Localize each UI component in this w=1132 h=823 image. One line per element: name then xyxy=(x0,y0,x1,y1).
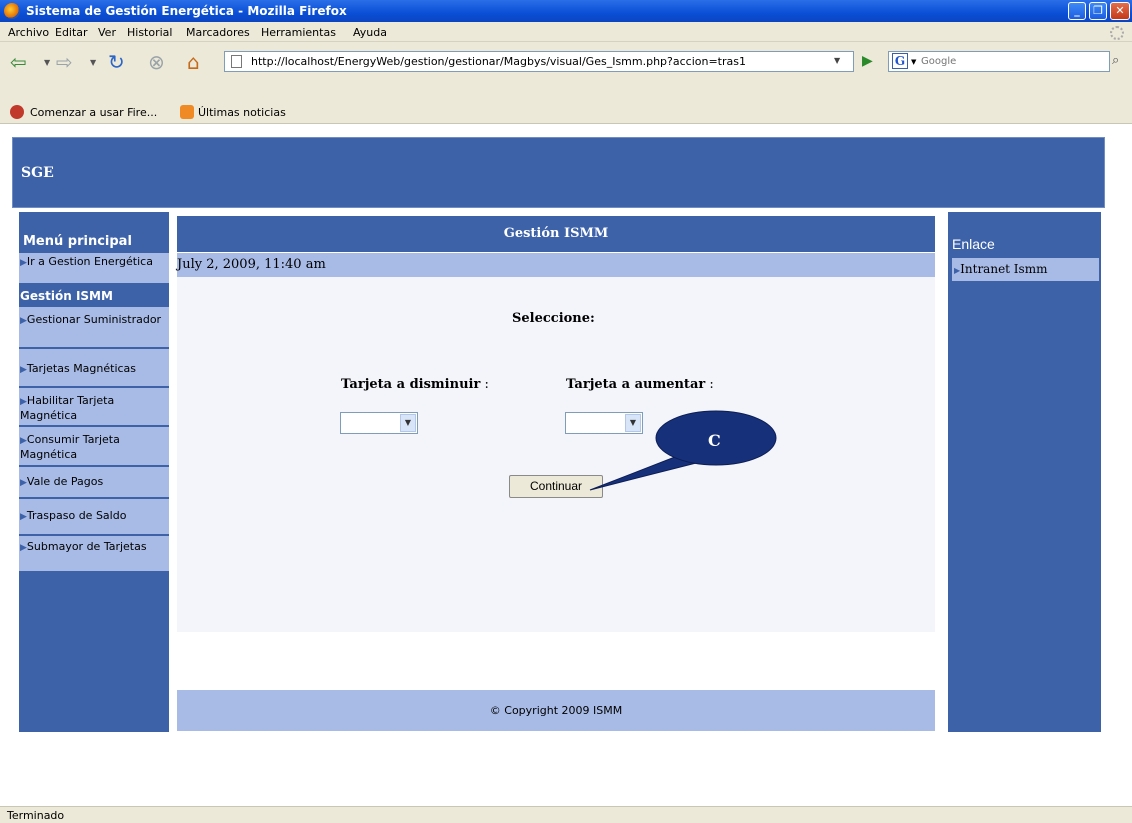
left-menu-heading: Menú principal xyxy=(23,234,132,249)
page-icon xyxy=(231,55,242,68)
menu-editar[interactable]: Editar xyxy=(55,26,88,39)
triangle-right-icon: ▶ xyxy=(20,436,27,446)
decrease-card-label-text: Tarjeta a disminuir xyxy=(341,377,481,392)
engine-dropdown-icon[interactable]: ▼ xyxy=(911,58,916,66)
search-box[interactable]: G ▼ xyxy=(888,51,1110,72)
status-text: Terminado xyxy=(7,809,65,822)
sidebar-item-label: Gestionar Suministrador xyxy=(26,313,162,326)
search-icon[interactable]: ⌕ xyxy=(1112,53,1119,68)
bookmark-ultimas-noticias[interactable]: Últimas noticias xyxy=(198,106,286,119)
site-header: SGE xyxy=(12,137,1105,208)
triangle-right-icon: ▶ xyxy=(20,512,27,522)
menu-historial[interactable]: Historial xyxy=(127,26,172,39)
status-bar: Terminado xyxy=(0,806,1132,823)
increase-card-select[interactable]: ▼ xyxy=(565,412,643,434)
sidebar-item-label: Submayor de Tarjetas xyxy=(26,540,147,553)
current-date: July 2, 2009, 11:40 am xyxy=(177,257,326,272)
close-button[interactable]: ✕ xyxy=(1110,2,1130,20)
bookmark-comenzar[interactable]: Comenzar a usar Fire... xyxy=(30,106,157,119)
sidebar-item-label: Traspaso de Saldo xyxy=(26,509,127,522)
triangle-right-icon: ▶ xyxy=(20,397,27,407)
page-viewport: SGE Menú principal ▶Ir a Gestion Energét… xyxy=(0,125,1132,806)
left-menu-group: Gestión ISMM xyxy=(20,289,113,303)
search-input[interactable] xyxy=(921,54,1101,69)
rss-feed-icon xyxy=(180,105,194,119)
sidebar-item-vale-pagos[interactable]: ▶Vale de Pagos xyxy=(19,467,169,498)
navigation-toolbar: ⇦ ▼ ⇨ ▼ ↻ ⊗ ⌂ http://localhost/EnergyWeb… xyxy=(0,42,1132,100)
decrease-card-select[interactable]: ▼ xyxy=(340,412,418,434)
menu-ver[interactable]: Ver xyxy=(98,26,116,39)
sidebar-item-traspaso-saldo[interactable]: ▶Traspaso de Saldo xyxy=(19,499,169,535)
bookmarks-toolbar: Comenzar a usar Fire... Últimas noticias xyxy=(0,100,1132,124)
sidebar-item-ir-gestion[interactable]: ▶Ir a Gestion Energética xyxy=(19,253,169,284)
annotation-label: C xyxy=(708,431,721,450)
label-colon: : xyxy=(705,377,714,392)
menu-ayuda[interactable]: Ayuda xyxy=(353,26,387,39)
link-intranet-ismm[interactable]: ▶Intranet Ismm xyxy=(952,258,1099,281)
left-sidebar: Menú principal ▶Ir a Gestion Energética … xyxy=(19,212,169,732)
back-arrow-icon[interactable]: ⇦ xyxy=(10,50,27,74)
url-bar[interactable]: http://localhost/EnergyWeb/gestion/gesti… xyxy=(224,51,854,72)
menu-marcadores[interactable]: Marcadores xyxy=(186,26,250,39)
decrease-card-label: Tarjeta a disminuir : xyxy=(341,377,489,392)
increase-card-label-text: Tarjeta a aumentar xyxy=(566,377,706,392)
increase-card-label: Tarjeta a aumentar : xyxy=(566,377,714,392)
copyright-text: © Copyright 2009 ISMM xyxy=(489,704,623,717)
firefox-icon xyxy=(4,3,20,19)
triangle-right-icon: ▶ xyxy=(20,258,27,268)
chevron-down-icon[interactable]: ▼ xyxy=(400,414,416,432)
label-colon: : xyxy=(480,377,489,392)
stop-icon[interactable]: ⊗ xyxy=(148,50,165,74)
right-sidebar: Enlace ▶Intranet Ismm xyxy=(948,212,1101,732)
content-area: Seleccione: Tarjeta a disminuir : Tarjet… xyxy=(177,277,935,632)
triangle-right-icon: ▶ xyxy=(20,316,27,326)
select-prompt: Seleccione: xyxy=(512,311,595,326)
page-footer: © Copyright 2009 ISMM xyxy=(177,690,935,731)
throbber-icon xyxy=(1110,26,1124,40)
menu-bar: Archivo Editar Ver Historial Marcadores … xyxy=(0,22,1132,42)
menu-archivo[interactable]: Archivo xyxy=(8,26,49,39)
sidebar-item-label: Tarjetas Magnéticas xyxy=(26,362,137,375)
window-titlebar: Sistema de Gestión Energética - Mozilla … xyxy=(0,0,1132,22)
sidebar-item-label: Consumir Tarjeta Magnética xyxy=(20,433,120,461)
continue-button[interactable]: Continuar xyxy=(509,475,603,498)
minimize-button[interactable]: _ xyxy=(1068,2,1086,20)
site-logo: SGE xyxy=(21,165,54,181)
page-title: Gestión ISMM xyxy=(177,216,935,252)
sidebar-item-label: Ir a Gestion Energética xyxy=(26,255,153,268)
sidebar-item-gestionar-suministrador[interactable]: ▶Gestionar Suministrador xyxy=(19,307,169,348)
reload-icon[interactable]: ↻ xyxy=(108,50,125,74)
google-engine-icon[interactable]: G xyxy=(892,53,908,69)
menu-herramientas[interactable]: Herramientas xyxy=(261,26,336,39)
triangle-right-icon: ▶ xyxy=(20,543,27,553)
sidebar-item-submayor-tarjetas[interactable]: ▶Submayor de Tarjetas xyxy=(19,536,169,572)
sidebar-item-tarjetas-magneticas[interactable]: ▶Tarjetas Magnéticas xyxy=(19,349,169,387)
right-menu-heading: Enlace xyxy=(952,236,995,252)
forward-dropdown-icon[interactable]: ▼ xyxy=(90,58,96,67)
url-text: http://localhost/EnergyWeb/gestion/gesti… xyxy=(251,55,746,68)
triangle-right-icon: ▶ xyxy=(20,365,27,375)
chevron-down-icon[interactable]: ▼ xyxy=(625,414,641,432)
url-dropdown-icon[interactable]: ▼ xyxy=(834,56,840,65)
go-icon[interactable]: ▶ xyxy=(862,53,873,69)
date-bar: July 2, 2009, 11:40 am xyxy=(177,253,935,277)
home-icon[interactable]: ⌂ xyxy=(187,50,200,74)
sidebar-item-label: Vale de Pagos xyxy=(26,475,104,488)
link-label: Intranet Ismm xyxy=(960,262,1048,276)
sidebar-item-consumir-tarjeta[interactable]: ▶Consumir Tarjeta Magnética xyxy=(19,427,169,466)
restore-button[interactable]: ❐ xyxy=(1089,2,1107,20)
back-dropdown-icon[interactable]: ▼ xyxy=(44,58,50,67)
sidebar-item-label: Habilitar Tarjeta Magnética xyxy=(20,394,115,422)
firefox-bookmark-icon xyxy=(10,105,24,119)
sidebar-item-habilitar-tarjeta[interactable]: ▶Habilitar Tarjeta Magnética xyxy=(19,388,169,426)
forward-arrow-icon[interactable]: ⇨ xyxy=(56,50,73,74)
triangle-right-icon: ▶ xyxy=(20,478,27,488)
window-title: Sistema de Gestión Energética - Mozilla … xyxy=(26,4,347,18)
